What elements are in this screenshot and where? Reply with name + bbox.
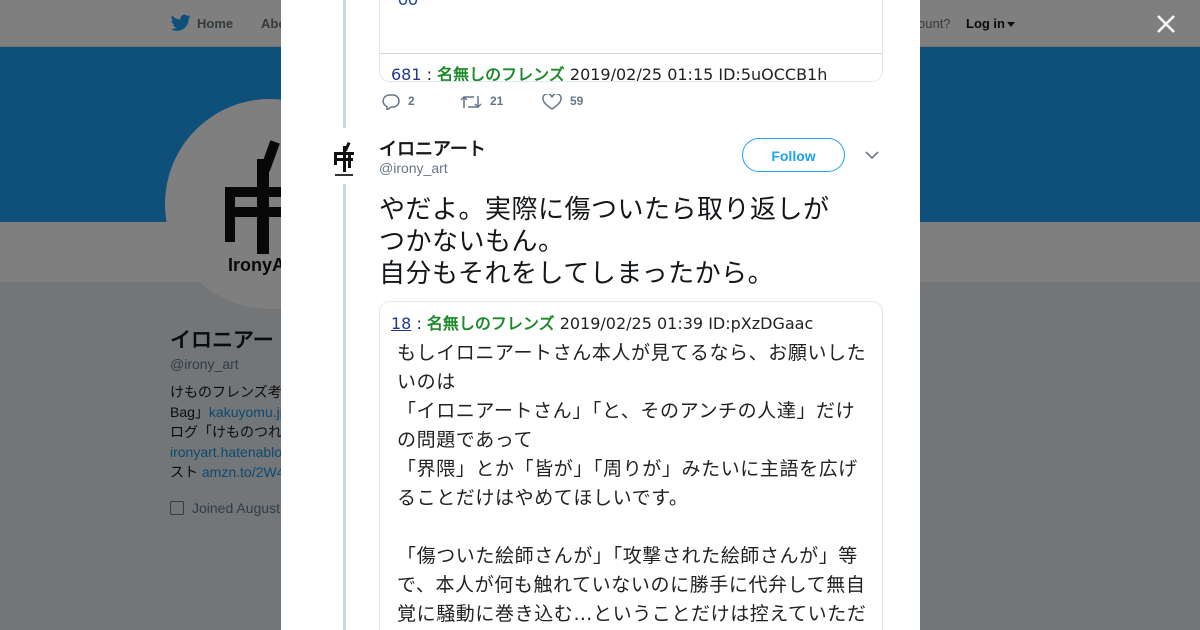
thread-connector-line — [343, 0, 346, 128]
tweet-text: やだよ。実際に傷ついたら取り返しが つかないもん。 自分もそれをしてしまったから… — [379, 195, 830, 289]
close-icon — [1157, 15, 1175, 33]
thread-connector-line — [343, 184, 346, 630]
retweet-button[interactable]: 21 — [460, 94, 503, 110]
tweet-quote-image[interactable]: 18 : 名無しのフレンズ 2019/02/25 01:39 ID:pXzDGa… — [379, 301, 883, 630]
tweet-thread-modal: 00 681 : 名無しのフレンズ 2019/02/25 01:15 ID:5u… — [281, 0, 920, 630]
post-number-link[interactable]: 18 — [391, 314, 411, 333]
author-name[interactable]: イロニアート — [379, 135, 486, 161]
close-modal-button[interactable] — [1152, 10, 1180, 38]
chevron-down-icon[interactable] — [865, 150, 879, 160]
like-button[interactable]: 59 — [542, 92, 583, 110]
reply-button[interactable]: 2 — [382, 94, 415, 112]
author-avatar[interactable] — [330, 140, 360, 178]
reply-icon — [382, 94, 400, 112]
follow-button[interactable]: Follow — [742, 138, 845, 172]
quote-top-text: 00 — [398, 0, 418, 10]
post-header: 681 : 名無しのフレンズ 2019/02/25 01:15 ID:5uOCC… — [391, 65, 828, 82]
post-header: 18 : 名無しのフレンズ 2019/02/25 01:39 ID:pXzDGa… — [391, 314, 814, 333]
retweet-icon — [460, 95, 482, 109]
post-body: もしイロニアートさん本人が見てるなら、お願いした いのは 「イロニアートさん」「… — [397, 342, 867, 625]
quote-image-top-section: 00 — [380, 0, 882, 54]
tweet-quote-image[interactable]: 00 681 : 名無しのフレンズ 2019/02/25 01:15 ID:5u… — [379, 0, 883, 82]
author-handle[interactable]: @irony_art — [379, 160, 448, 176]
heart-icon — [542, 92, 562, 110]
